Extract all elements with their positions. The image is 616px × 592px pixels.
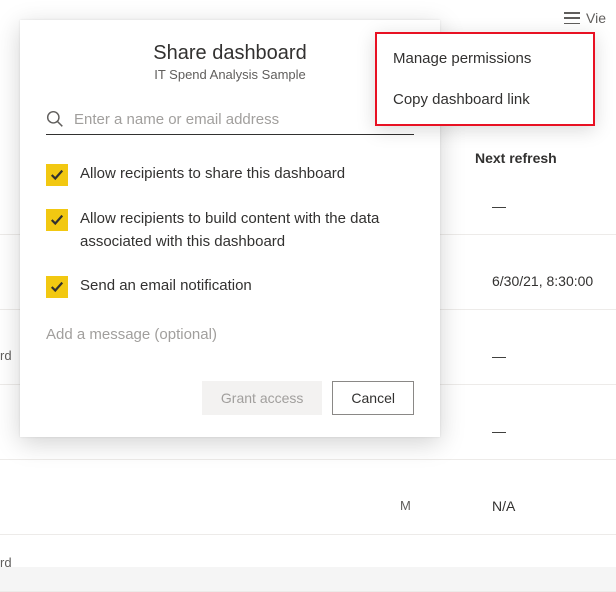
cancel-button[interactable]: Cancel [332, 381, 414, 415]
allow-share-label: Allow recipients to share this dashboard [80, 163, 345, 186]
column-header-next-refresh: Next refresh [475, 150, 557, 166]
cell-next-refresh: — [492, 423, 506, 439]
more-options-menu: Manage permissions Copy dashboard link [375, 32, 595, 126]
check-icon [50, 213, 64, 227]
checkbox-row-share: Allow recipients to share this dashboard [46, 163, 414, 186]
table-row: M N/A [0, 480, 616, 535]
checkbox-row-email: Send an email notification [46, 275, 414, 298]
cell-next-refresh: N/A [492, 498, 515, 514]
send-email-label: Send an email notification [80, 275, 252, 298]
check-icon [50, 280, 64, 294]
menu-manage-permissions[interactable]: Manage permissions [377, 38, 593, 79]
cell-next-refresh: 6/30/21, 8:30:00 [492, 273, 593, 289]
allow-build-checkbox[interactable] [46, 209, 68, 231]
allow-build-label: Allow recipients to build content with t… [80, 208, 414, 253]
search-icon [46, 110, 64, 128]
dialog-actions: Grant access Cancel [46, 381, 414, 415]
table-row: rd [0, 537, 616, 592]
cell-partial: rd [0, 348, 12, 363]
message-input[interactable] [46, 326, 414, 343]
dialog-subtitle: IT Spend Analysis Sample [46, 67, 414, 82]
view-menu[interactable]: Vie [554, 0, 616, 36]
dialog-header: Share dashboard IT Spend Analysis Sample… [46, 42, 414, 82]
check-icon [50, 168, 64, 182]
hamburger-icon [564, 12, 580, 24]
recipient-search[interactable] [46, 110, 414, 135]
checkbox-row-build: Allow recipients to build content with t… [46, 208, 414, 253]
allow-share-checkbox[interactable] [46, 164, 68, 186]
cell-next-refresh: — [492, 198, 506, 214]
cell-partial: M [400, 498, 411, 513]
menu-copy-dashboard-link[interactable]: Copy dashboard link [377, 79, 593, 120]
search-input[interactable] [74, 111, 414, 128]
grant-access-button[interactable]: Grant access [202, 381, 322, 415]
cell-partial: rd [0, 555, 12, 570]
cell-next-refresh: — [492, 348, 506, 364]
send-email-checkbox[interactable] [46, 276, 68, 298]
view-label: Vie [586, 10, 606, 26]
dialog-title: Share dashboard [46, 42, 414, 65]
